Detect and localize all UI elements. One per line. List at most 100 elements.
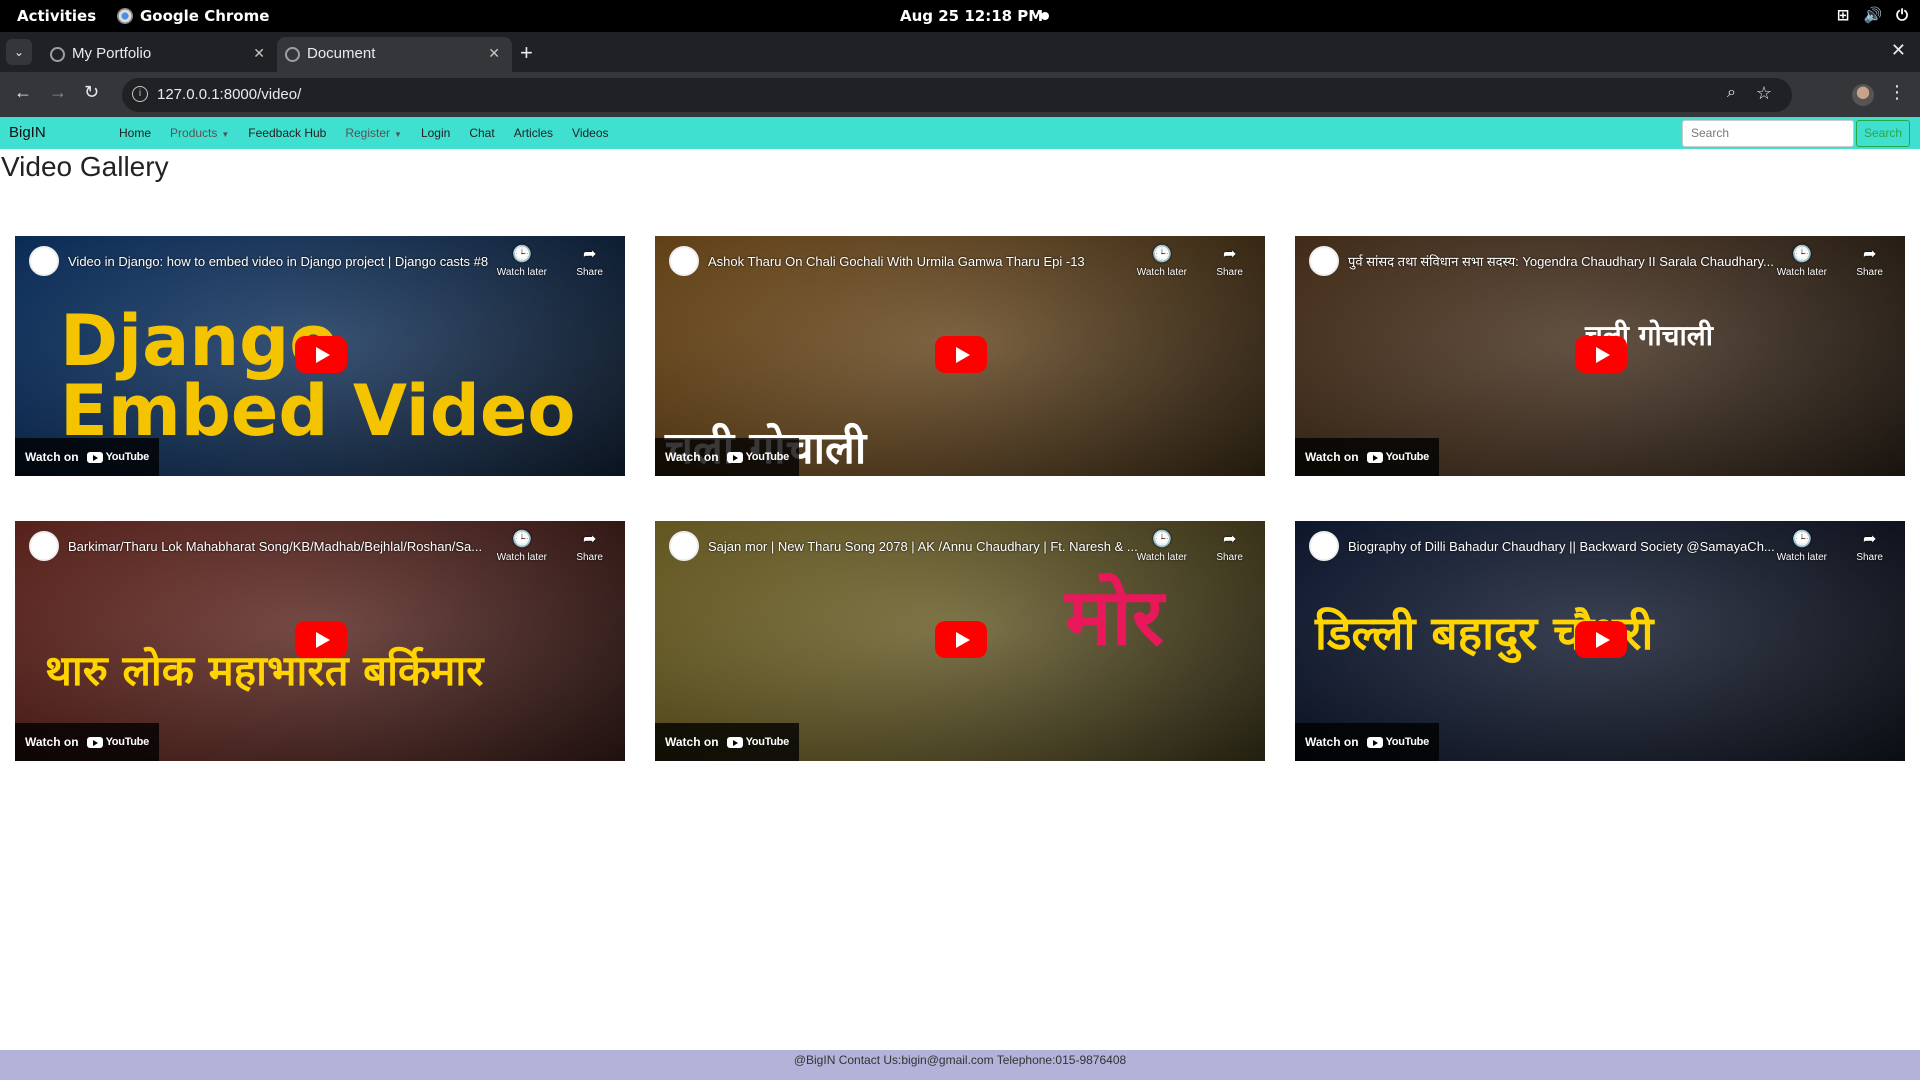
youtube-logo: YouTube — [86, 451, 150, 463]
new-tab-icon[interactable]: + — [520, 40, 533, 66]
app-name: Google Chrome — [140, 7, 270, 25]
watch-later-label: Watch later — [1776, 552, 1827, 563]
nav-videos[interactable]: Videos — [572, 126, 608, 140]
share-button[interactable]: ➦ Share — [1216, 244, 1243, 278]
video-title[interactable]: Biography of Dilli Bahadur Chaudhary || … — [1348, 539, 1775, 554]
watch-later-button[interactable]: 🕒 Watch later — [497, 529, 547, 563]
nav-products[interactable]: Products ▼ — [170, 126, 229, 140]
nav-articles[interactable]: Articles — [514, 126, 553, 140]
nav-chat[interactable]: Chat — [469, 126, 494, 140]
share-button[interactable]: ➦ Share — [576, 244, 603, 278]
video-title[interactable]: Ashok Tharu On Chali Gochali With Urmila… — [708, 254, 1085, 269]
reload-icon[interactable]: ↻ — [84, 82, 99, 103]
channel-avatar[interactable] — [29, 531, 59, 561]
activities-button[interactable]: Activities — [17, 7, 96, 25]
channel-avatar[interactable] — [669, 246, 699, 276]
back-icon[interactable]: ← — [14, 82, 32, 103]
channel-avatar[interactable] — [29, 246, 59, 276]
video-embed[interactable]: डिल्ली बहादुर चौधरी Biography of Dilli B… — [1295, 521, 1905, 761]
video-embed[interactable]: चली गोचाली पुर्व सांसद तथा संविधान सभा स… — [1295, 236, 1905, 476]
play-button[interactable] — [935, 336, 987, 373]
share-label: Share — [1216, 267, 1243, 278]
channel-avatar[interactable] — [1309, 246, 1339, 276]
video-title-bar[interactable]: Sajan mor | New Tharu Song 2078 | AK /An… — [669, 531, 1184, 561]
watch-later-button[interactable]: 🕒 Watch later — [1137, 529, 1187, 563]
watch-later-button[interactable]: 🕒 Watch later — [1777, 244, 1827, 278]
play-button[interactable] — [935, 621, 987, 658]
video-title[interactable]: पुर्व सांसद तथा संविधान सभा सदस्य: Yogen… — [1348, 252, 1774, 270]
video-title-bar[interactable]: Ashok Tharu On Chali Gochali With Urmila… — [669, 246, 1184, 276]
forward-icon[interactable]: → — [49, 82, 67, 103]
watch-on-label: Watch on — [25, 450, 79, 464]
nav-login[interactable]: Login — [421, 126, 450, 140]
video-embed[interactable]: Django Embed Video Video in Django: how … — [15, 236, 625, 476]
profile-avatar[interactable] — [1852, 84, 1874, 106]
clock[interactable]: Aug 25 12:18 PM — [900, 7, 1043, 25]
tab-my-portfolio[interactable]: My Portfolio ✕ — [42, 37, 277, 72]
nav-home[interactable]: Home — [119, 126, 151, 140]
youtube-icon — [1366, 736, 1383, 748]
tab-search-icon[interactable]: ⌄ — [6, 39, 32, 65]
youtube-logo: YouTube — [1366, 451, 1429, 463]
youtube-wordmark: YouTube — [105, 736, 150, 748]
video-embed[interactable]: थारु लोक महाभारत बर्किमार Barkimar/Tharu… — [15, 521, 625, 761]
notification-dot-icon — [1041, 12, 1049, 20]
video-title[interactable]: Barkimar/Tharu Lok Mahabharat Song/KB/Ma… — [68, 539, 482, 554]
youtube-wordmark: YouTube — [1385, 736, 1430, 748]
bookmark-star-icon[interactable]: ☆ — [1756, 83, 1772, 104]
watch-later-button[interactable]: 🕒 Watch later — [497, 244, 547, 278]
close-tab-icon[interactable]: ✕ — [488, 45, 500, 62]
site-navbar: BigIN Home Products ▼ Feedback Hub Regist… — [0, 117, 1920, 149]
power-icon[interactable]: ⏻ — [1896, 6, 1908, 24]
site-info-icon[interactable]: i — [132, 86, 148, 102]
watch-later-button[interactable]: 🕒 Watch later — [1137, 244, 1187, 278]
video-title[interactable]: Sajan mor | New Tharu Song 2078 | AK /An… — [708, 539, 1138, 554]
clock-icon: 🕒 — [1791, 531, 1812, 548]
watch-later-label: Watch later — [496, 267, 547, 278]
video-title[interactable]: Video in Django: how to embed video in D… — [68, 254, 488, 269]
system-tray[interactable]: ⊞ 🔊 ⏻ — [1837, 6, 1908, 24]
video-title-bar[interactable]: Video in Django: how to embed video in D… — [29, 246, 544, 276]
nav-register[interactable]: Register ▼ — [345, 126, 402, 140]
play-button[interactable] — [1575, 336, 1627, 373]
watch-later-button[interactable]: 🕒 Watch later — [1777, 529, 1827, 563]
menu-icon[interactable]: ⋮ — [1888, 82, 1906, 103]
close-tab-icon[interactable]: ✕ — [253, 45, 265, 62]
address-bar[interactable]: i 127.0.0.1:8000/video/ ⌕ ☆ — [122, 78, 1792, 112]
watch-on-youtube-button[interactable]: Watch on YouTube — [1295, 723, 1439, 761]
watch-on-youtube-button[interactable]: Watch on YouTube — [15, 438, 159, 476]
video-title-bar[interactable]: पुर्व सांसद तथा संविधान सभा सदस्य: Yogen… — [1309, 246, 1824, 276]
app-menu[interactable]: Google Chrome — [117, 7, 269, 25]
tab-document[interactable]: Document ✕ — [277, 37, 512, 72]
nav-feedback-hub[interactable]: Feedback Hub — [248, 126, 326, 140]
channel-avatar[interactable] — [1309, 531, 1339, 561]
watch-on-youtube-button[interactable]: Watch on YouTube — [15, 723, 159, 761]
play-button[interactable] — [295, 621, 347, 658]
video-title-bar[interactable]: Biography of Dilli Bahadur Chaudhary || … — [1309, 531, 1824, 561]
zoom-icon[interactable]: ⌕ — [1727, 84, 1736, 102]
watch-on-youtube-button[interactable]: Watch on YouTube — [655, 438, 799, 476]
play-button[interactable] — [1575, 621, 1627, 658]
video-title-bar[interactable]: Barkimar/Tharu Lok Mahabharat Song/KB/Ma… — [29, 531, 544, 561]
share-button[interactable]: ➦ Share — [1216, 529, 1243, 563]
share-button[interactable]: ➦ Share — [1856, 529, 1883, 563]
share-button[interactable]: ➦ Share — [1856, 244, 1883, 278]
video-embed[interactable]: चली गोचाली Ashok Tharu On Chali Gochali … — [655, 236, 1265, 476]
search-input[interactable]: Search — [1682, 120, 1854, 147]
share-icon: ➦ — [582, 246, 597, 263]
channel-avatar[interactable] — [669, 531, 699, 561]
window-close-icon[interactable]: ✕ — [1891, 40, 1906, 61]
url-text[interactable]: 127.0.0.1:8000/video/ — [157, 86, 301, 103]
youtube-wordmark: YouTube — [105, 451, 150, 463]
system-top-bar: Activities Google Chrome Aug 25 12:18 PM… — [0, 0, 1920, 32]
brand-link[interactable]: BigIN — [9, 124, 46, 141]
thumbnail-text: थारु लोक महाभारत बर्किमार — [45, 646, 484, 695]
play-button[interactable] — [295, 336, 347, 373]
video-embed[interactable]: मोर Sajan mor | New Tharu Song 2078 | AK… — [655, 521, 1265, 761]
watch-on-youtube-button[interactable]: Watch on YouTube — [1295, 438, 1439, 476]
share-button[interactable]: ➦ Share — [576, 529, 603, 563]
watch-on-youtube-button[interactable]: Watch on YouTube — [655, 723, 799, 761]
search-button[interactable]: Search — [1856, 120, 1910, 147]
volume-icon[interactable]: 🔊 — [1863, 6, 1882, 24]
network-icon[interactable]: ⊞ — [1837, 6, 1850, 24]
